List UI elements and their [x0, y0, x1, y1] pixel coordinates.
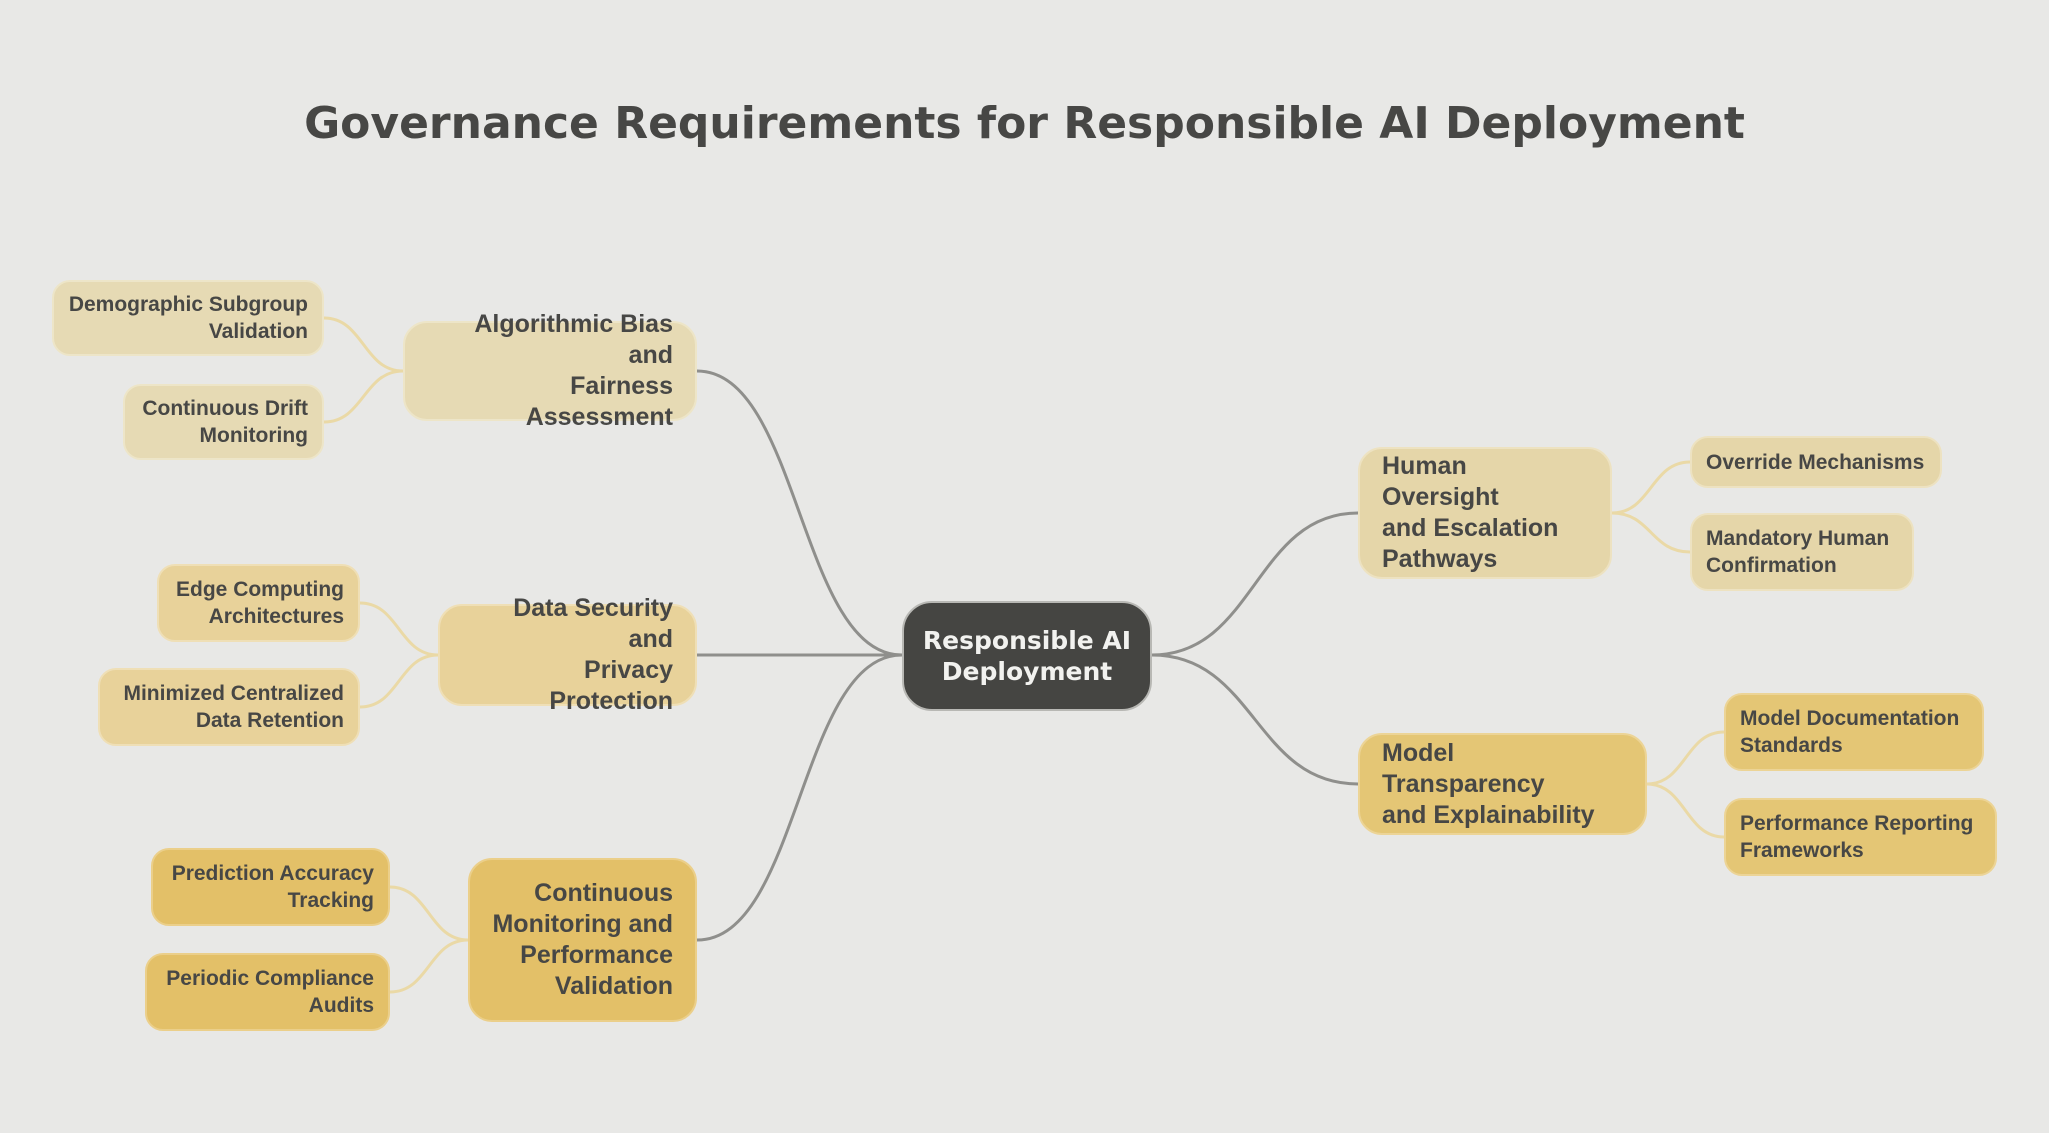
link-security-edge [358, 601, 440, 657]
link-oversight-confirmation [1610, 511, 1692, 554]
leaf-override-mechanisms: Override Mechanisms [1690, 436, 1942, 488]
root-node: Responsible AI Deployment [902, 601, 1152, 711]
leaf-accuracy-tracking: Prediction Accuracy Tracking [151, 848, 390, 926]
branch-human-oversight: Human Oversight and Escalation Pathways [1358, 447, 1612, 579]
leaf-edge-computing: Edge Computing Architectures [157, 564, 360, 642]
link-root-transparency [1150, 653, 1360, 786]
leaf-compliance-audits: Periodic Compliance Audits [145, 953, 390, 1031]
link-transparency-reporting [1645, 782, 1726, 839]
leaf-data-retention: Minimized Centralized Data Retention [98, 668, 360, 746]
link-transparency-documentation [1645, 730, 1726, 786]
link-security-retention [358, 653, 440, 709]
branch-continuous-monitoring: Continuous Monitoring and Performance Va… [468, 858, 697, 1022]
branch-data-security: Data Security and Privacy Protection [438, 594, 697, 715]
link-bias-demographic [322, 316, 405, 373]
link-monitoring-audits [388, 938, 470, 994]
mind-map-canvas: Governance Requirements for Responsible … [0, 0, 2049, 1133]
leaf-human-confirmation: Mandatory Human Confirmation [1690, 513, 1914, 591]
leaf-documentation-standards: Model Documentation Standards [1724, 693, 1984, 771]
link-root-bias [695, 369, 904, 657]
leaf-drift-monitoring: Continuous Drift Monitoring [123, 384, 324, 460]
link-bias-drift [322, 369, 405, 424]
link-root-oversight [1150, 511, 1360, 657]
leaf-demographic-validation: Demographic Subgroup Validation [52, 280, 324, 356]
branch-bias-fairness: Algorithmic Bias and Fairness Assessment [403, 310, 697, 431]
leaf-reporting-frameworks: Performance Reporting Frameworks [1724, 798, 1997, 876]
link-root-monitoring [695, 653, 904, 942]
link-monitoring-accuracy [388, 885, 470, 942]
branch-model-transparency: Model Transparency and Explainability [1358, 733, 1647, 835]
link-oversight-override [1610, 460, 1692, 515]
